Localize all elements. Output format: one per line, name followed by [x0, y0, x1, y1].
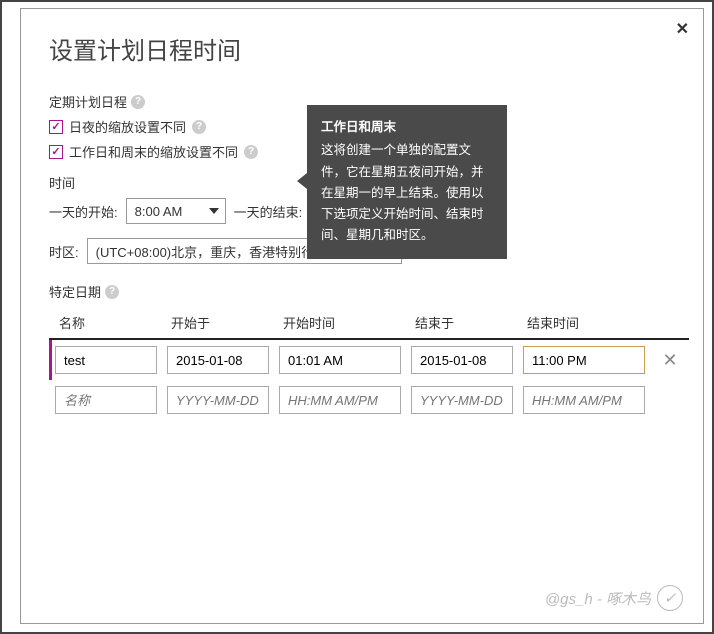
name-input[interactable]	[55, 386, 157, 414]
start-time-input[interactable]	[279, 346, 401, 374]
app-frame: ✕ 设置计划日程时间 定期计划日程 ? ✓ 日夜的缩放设置不同 ? ✓ 工作日和…	[0, 0, 714, 634]
help-icon[interactable]: ?	[105, 285, 119, 299]
watermark: @gs_h - 啄木鸟 ✓	[545, 585, 683, 611]
help-icon[interactable]: ?	[131, 95, 145, 109]
end-date-input[interactable]	[411, 386, 513, 414]
dates-table: 名称 开始于 开始时间 结束于 结束时间 ✕	[49, 307, 689, 420]
start-time-input[interactable]	[279, 386, 401, 414]
specific-dates-label: 特定日期 ?	[49, 282, 675, 301]
day-start-select[interactable]: 8:00 AM	[126, 198, 226, 224]
chevron-down-icon	[209, 208, 219, 214]
end-date-input[interactable]	[411, 346, 513, 374]
end-time-input[interactable]	[523, 346, 645, 374]
table-row-placeholder	[49, 380, 689, 420]
checkbox-icon: ✓	[49, 120, 63, 134]
help-icon[interactable]: ?	[192, 120, 206, 134]
table-row: ✕	[49, 340, 689, 380]
start-date-input[interactable]	[167, 346, 269, 374]
table-header: 名称 开始于 开始时间 结束于 结束时间	[49, 307, 689, 340]
name-input[interactable]	[55, 346, 157, 374]
start-date-input[interactable]	[167, 386, 269, 414]
page-title: 设置计划日程时间	[49, 31, 675, 66]
help-icon[interactable]: ?	[244, 145, 258, 159]
close-icon[interactable]: ✕	[676, 19, 689, 39]
checkbox-icon: ✓	[49, 145, 63, 159]
tooltip: 工作日和周末 这将创建一个单独的配置文件，它在星期五夜间开始，并在星期一的早上结…	[307, 105, 507, 259]
dialog-panel: ✕ 设置计划日程时间 定期计划日程 ? ✓ 日夜的缩放设置不同 ? ✓ 工作日和…	[20, 8, 704, 624]
check-circle-icon: ✓	[657, 585, 683, 611]
end-time-input[interactable]	[523, 386, 645, 414]
delete-row-icon[interactable]: ✕	[655, 350, 685, 371]
